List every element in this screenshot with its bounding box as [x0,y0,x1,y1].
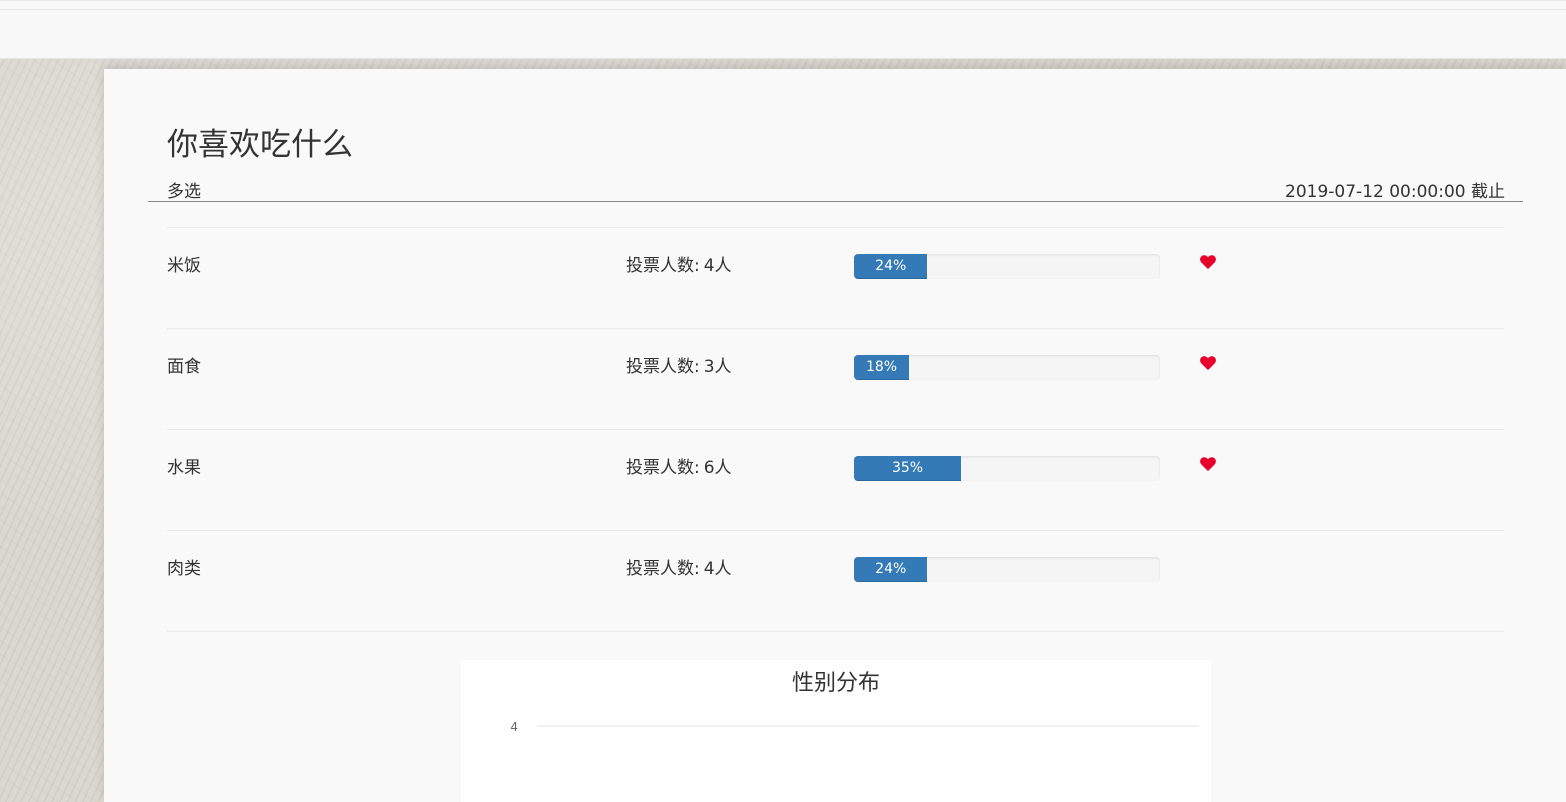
vote-count-label: 投票人数: [626,559,700,579]
vote-count: 投票人数: 6人 [626,457,732,479]
heart-icon[interactable] [1199,455,1217,473]
vote-panel: 你喜欢吃什么 多选 2019-07-12 00:00:00 截止 米饭 投票人数… [104,69,1566,802]
option-row-noodles: 面食 投票人数: 3人 18% [167,329,1504,430]
vote-title: 你喜欢吃什么 [167,127,353,163]
option-name: 水果 [167,458,201,478]
vote-progress-fill: 18% [854,355,910,380]
vote-progress-fill: 35% [854,456,962,481]
vote-progress-bar: 24% [854,557,1160,582]
vote-progress-fill: 24% [854,254,928,279]
option-row-rice: 米饭 投票人数: 4人 24% [167,228,1504,329]
vote-count-value: 4人 [703,559,732,579]
option-row-meat: 肉类 投票人数: 4人 24% [167,531,1504,632]
chart-svg: 性别分布 4 [510,671,1199,734]
chart-title: 性别分布 [792,671,880,696]
vote-count-label: 投票人数: [626,256,700,276]
option-name: 米饭 [167,256,201,276]
vote-progress-bar: 18% [854,355,1160,380]
vote-count: 投票人数: 4人 [626,558,732,580]
heart-icon[interactable] [1199,253,1217,271]
vote-deadline: 2019-07-12 00:00:00 截止 [1285,182,1505,202]
vote-count-label: 投票人数: [626,458,700,478]
gender-distribution-chart: 性别分布 4 [461,660,1211,802]
vote-count-label: 投票人数: [626,357,700,377]
vote-count: 投票人数: 3人 [626,356,732,378]
top-navbar [0,0,1566,59]
vote-progress-bar: 24% [854,254,1160,279]
navbar-divider [0,9,1566,10]
option-list: 米饭 投票人数: 4人 24% 面食 投票人数: 3人 18% 水果 投票人数: 6人 [167,227,1504,632]
heart-icon[interactable] [1199,354,1217,372]
vote-count-value: 6人 [703,458,732,478]
vote-count: 投票人数: 4人 [626,255,732,277]
option-row-fruit: 水果 投票人数: 6人 35% [167,430,1504,531]
vote-progress-fill: 24% [854,557,928,582]
vote-type-label: 多选 [167,182,201,202]
y-tick-label: 4 [510,720,518,734]
vote-progress-bar: 35% [854,456,1160,481]
option-name: 面食 [167,357,201,377]
vote-count-value: 4人 [703,256,732,276]
vote-count-value: 3人 [703,357,732,377]
option-name: 肉类 [167,559,201,579]
header-divider [148,201,1523,202]
